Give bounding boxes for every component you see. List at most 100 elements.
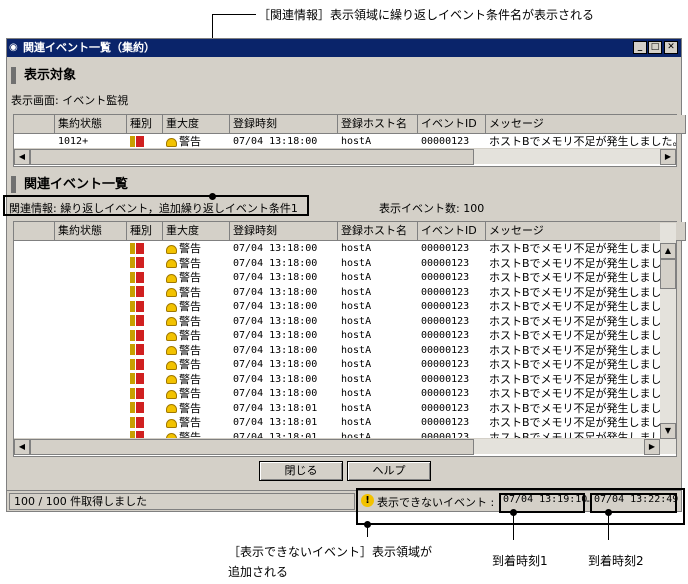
table-row[interactable]: 警告 07/04 13:18:00 hostA 00000123 ホストBでメモリ不足が… xyxy=(14,300,660,314)
column-header-time[interactable]: 登録時刻 xyxy=(230,115,338,134)
table-row[interactable]: 警告 07/04 13:18:01 hostA 00000123 ホストBでメモリ不足が… xyxy=(14,416,660,430)
cell-kind xyxy=(127,271,163,285)
severity-text: 警告 xyxy=(179,271,201,284)
column-header-host[interactable]: 登録ホスト名 xyxy=(338,222,418,241)
target-section-title: 表示対象 xyxy=(11,67,76,84)
scrollbar-thumb[interactable] xyxy=(30,149,474,165)
severity-text: 警告 xyxy=(179,314,201,328)
cell-text: ホストBでメモリ不足が発生しました。 xyxy=(489,242,660,255)
severity-text: 警告 xyxy=(179,416,201,429)
table-row[interactable]: 警告 07/04 13:18:00 hostA 00000123 ホストBでメモリ不足が… xyxy=(14,329,660,343)
column-header-event-id[interactable]: イベントID xyxy=(418,222,486,241)
cell-text: hostA xyxy=(341,315,372,327)
cell-text: 00000123 xyxy=(421,286,470,298)
repeated-event-icon xyxy=(130,387,144,399)
scroll-left-icon[interactable]: ◀ xyxy=(14,149,30,165)
column-header-status[interactable]: 集約状態 xyxy=(55,222,127,241)
column-header-blank[interactable] xyxy=(14,222,55,241)
cell-text: hostA xyxy=(341,373,372,385)
cell-host: hostA xyxy=(338,135,418,149)
scroll-right-icon[interactable]: ▶ xyxy=(644,439,660,455)
scrollbar-thumb[interactable] xyxy=(30,439,474,455)
cell-severity: 警告 xyxy=(163,315,230,329)
cell-text: hostA xyxy=(341,272,372,283)
cell-kind xyxy=(127,242,163,256)
column-header-blank[interactable] xyxy=(14,115,55,134)
cell-text: ホストBでメモリ不足が発生しました。 xyxy=(489,135,676,148)
table-row[interactable]: 警告 07/04 13:18:00 hostA 00000123 ホストBでメモリ不足が… xyxy=(14,387,660,401)
table-row[interactable]: 警告 07/04 13:18:00 hostA 00000123 ホストBでメモリ不足が… xyxy=(14,373,660,387)
cell-severity: 警告 xyxy=(163,271,230,285)
scroll-left-icon[interactable]: ◀ xyxy=(14,439,30,455)
table-row[interactable]: 警告 07/04 13:18:01 hostA 00000123 ホストBでメモリ不足が… xyxy=(14,402,660,416)
cell-text: hostA xyxy=(341,301,372,312)
cell-text: 07/04 13:18:00 xyxy=(233,344,318,356)
cell-host: hostA xyxy=(338,271,418,285)
table-row[interactable]: 警告 07/04 13:18:00 hostA 00000123 ホストBでメモリ不足が… xyxy=(14,242,660,256)
repeated-event-icon xyxy=(130,329,144,341)
cell-text: ホストBでメモリ不足が発生しました。 xyxy=(489,387,660,400)
scroll-down-icon[interactable]: ▼ xyxy=(660,423,676,439)
table-row[interactable]: 警告 07/04 13:18:00 hostA 00000123 ホストBでメモリ不足が… xyxy=(14,315,660,329)
repeated-event-icon xyxy=(130,135,144,147)
cell-event-id: 00000123 xyxy=(418,387,486,401)
column-header-message[interactable]: メッセージ xyxy=(486,222,686,241)
cell-message: ホストBでメモリ不足が発生しました。 xyxy=(486,315,660,329)
cell-time: 07/04 13:18:00 xyxy=(230,242,338,256)
cell-text: 07/04 13:18:00 xyxy=(233,286,318,298)
table-row[interactable]: 1012+ 警告 07/04 13:18:00 hostA 00000123 ホストBでメ… xyxy=(14,135,676,149)
cell-host: hostA xyxy=(338,300,418,314)
column-header-severity[interactable]: 重大度 xyxy=(163,115,230,134)
cell-text: hostA xyxy=(341,136,372,147)
table-row[interactable]: 警告 07/04 13:18:00 hostA 00000123 ホストBでメモリ不足が… xyxy=(14,358,660,372)
column-header-kind[interactable]: 種別 xyxy=(127,115,163,134)
table-row[interactable]: 警告 07/04 13:18:00 hostA 00000123 ホストBでメモリ不足が… xyxy=(14,271,660,285)
column-header-time[interactable]: 登録時刻 xyxy=(230,222,338,241)
cell-text: ホストBでメモリ不足が発生しました。 xyxy=(489,372,660,386)
help-button[interactable]: ヘルプ xyxy=(347,461,431,481)
cell-text: hostA xyxy=(341,417,372,428)
cell-time: 07/04 13:18:00 xyxy=(230,344,338,358)
table-row[interactable]: 警告 07/04 13:18:00 hostA 00000123 ホストBでメモリ不足が… xyxy=(14,344,660,358)
column-header-event-id[interactable]: イベントID xyxy=(418,115,486,134)
table-row[interactable]: 警告 07/04 13:18:00 hostA 00000123 ホストBでメモリ不足が… xyxy=(14,257,660,271)
cell-text: 00000123 xyxy=(421,344,470,356)
severity-text: 警告 xyxy=(179,387,201,400)
cell-kind xyxy=(127,344,163,358)
scroll-right-icon[interactable]: ▶ xyxy=(660,149,676,165)
annotation-bottom-line2: 追加される xyxy=(228,565,289,579)
scrollbar-thumb[interactable] xyxy=(660,259,676,289)
cell-text: ホストBでメモリ不足が発生しました。 xyxy=(489,271,660,284)
cell-kind xyxy=(127,373,163,387)
cell-kind xyxy=(127,329,163,343)
cell-text: 07/04 13:18:00 xyxy=(233,359,318,370)
annotation-bottom-line1: ［表示できないイベント］表示領域が xyxy=(228,545,433,559)
horizontal-scrollbar[interactable]: ◀ ▶ xyxy=(14,438,660,455)
close-dialog-button[interactable]: 閉じる xyxy=(259,461,343,481)
repeated-event-icon xyxy=(130,300,144,312)
column-header-kind[interactable]: 種別 xyxy=(127,222,163,241)
cell-text: 00000123 xyxy=(421,417,470,428)
column-header-host[interactable]: 登録ホスト名 xyxy=(338,115,418,134)
close-button[interactable]: ✕ xyxy=(664,41,678,54)
maximize-button[interactable]: □ xyxy=(648,41,662,54)
scroll-up-icon[interactable]: ▲ xyxy=(660,243,676,259)
severity-text: 警告 xyxy=(179,135,201,148)
cell-severity: 警告 xyxy=(163,344,230,358)
minimize-button[interactable]: _ xyxy=(633,41,647,54)
column-header-severity[interactable]: 重大度 xyxy=(163,222,230,241)
repeated-event-icon xyxy=(130,286,144,297)
cell-kind xyxy=(127,257,163,271)
column-header-message[interactable]: メッセージ xyxy=(486,115,686,134)
cell-time: 07/04 13:18:01 xyxy=(230,416,338,430)
cell-text: ホストBでメモリ不足が発生しました。 xyxy=(489,256,660,270)
cell-host: hostA xyxy=(338,402,418,416)
horizontal-scrollbar[interactable]: ◀ ▶ xyxy=(14,148,676,165)
vertical-scrollbar[interactable]: ▲ ▼ xyxy=(660,222,676,454)
severity-text: 警告 xyxy=(179,401,201,415)
related-events-window: ◉ 関連イベント一覧（集約） _ □ ✕ 表示対象 表示画面: イベント監視 集… xyxy=(6,38,686,512)
table-row[interactable]: 警告 07/04 13:18:00 hostA 00000123 ホストBでメモリ不足が… xyxy=(14,286,660,300)
column-header-status[interactable]: 集約状態 xyxy=(55,115,127,134)
cell-kind xyxy=(127,416,163,430)
cell-host: hostA xyxy=(338,416,418,430)
